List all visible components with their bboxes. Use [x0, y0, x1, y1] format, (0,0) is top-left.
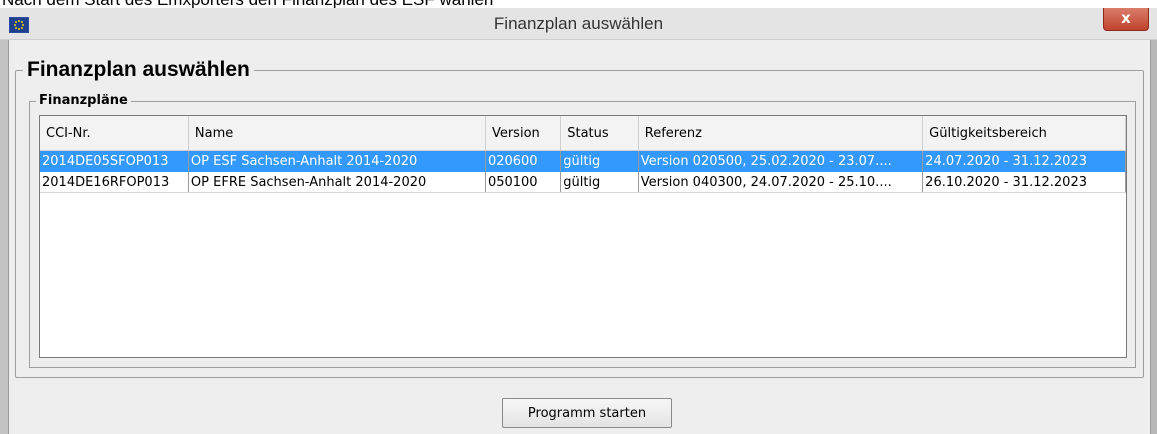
column-header-status[interactable]: Status	[560, 116, 639, 151]
outer-group-title: Finanzplan auswählen	[23, 57, 254, 83]
cell-status: gültig	[560, 150, 639, 172]
cell-referenz: Version 040300, 24.07.2020 - 25.10....	[638, 171, 924, 193]
window-frame-left	[0, 40, 9, 434]
inner-group-title: Finanzpläne	[36, 93, 131, 109]
dialog-content: Finanzplan auswählen Finanzpläne CCI-Nr.…	[9, 40, 1151, 434]
cell-referenz: Version 020500, 25.02.2020 - 23.07....	[638, 150, 924, 172]
cell-gueltigkeit: 24.07.2020 - 31.12.2023	[922, 150, 1126, 172]
close-icon: x	[1121, 9, 1131, 27]
window-title: Finanzplan auswählen	[493, 14, 664, 33]
title-bar[interactable]: Finanzplan auswählen x	[0, 8, 1157, 40]
column-header-name[interactable]: Name	[188, 116, 486, 151]
column-header-cci[interactable]: CCI-Nr.	[40, 116, 189, 151]
cell-name: OP ESF Sachsen-Anhalt 2014-2020	[188, 150, 486, 172]
cell-status: gültig	[560, 171, 639, 193]
column-header-referenz[interactable]: Referenz	[638, 116, 924, 151]
cell-version: 050100	[485, 171, 562, 193]
cell-cci: 2014DE05SFOP013	[40, 150, 189, 172]
cell-version: 020600	[485, 150, 562, 172]
table-row[interactable]: 2014DE05SFOP013 OP ESF Sachsen-Anhalt 20…	[40, 150, 1126, 172]
cell-gueltigkeit: 26.10.2020 - 31.12.2023	[922, 171, 1126, 193]
column-header-gueltigkeit[interactable]: Gültigkeitsbereich	[922, 116, 1126, 151]
close-button[interactable]: x	[1103, 8, 1149, 31]
programm-starten-button[interactable]: Programm starten	[502, 398, 672, 428]
dialog-window: Finanzplan auswählen x Finanzplan auswäh…	[0, 8, 1157, 434]
cell-name: OP EFRE Sachsen-Anhalt 2014-2020	[188, 171, 486, 193]
column-header-version[interactable]: Version	[485, 116, 562, 151]
finanzplan-table[interactable]: CCI-Nr. Name Version Status Referenz Gül…	[39, 115, 1127, 358]
table-header-row: CCI-Nr. Name Version Status Referenz Gül…	[40, 116, 1126, 151]
table-row[interactable]: 2014DE16RFOP013 OP EFRE Sachsen-Anhalt 2…	[40, 171, 1126, 193]
cell-cci: 2014DE16RFOP013	[40, 171, 189, 193]
